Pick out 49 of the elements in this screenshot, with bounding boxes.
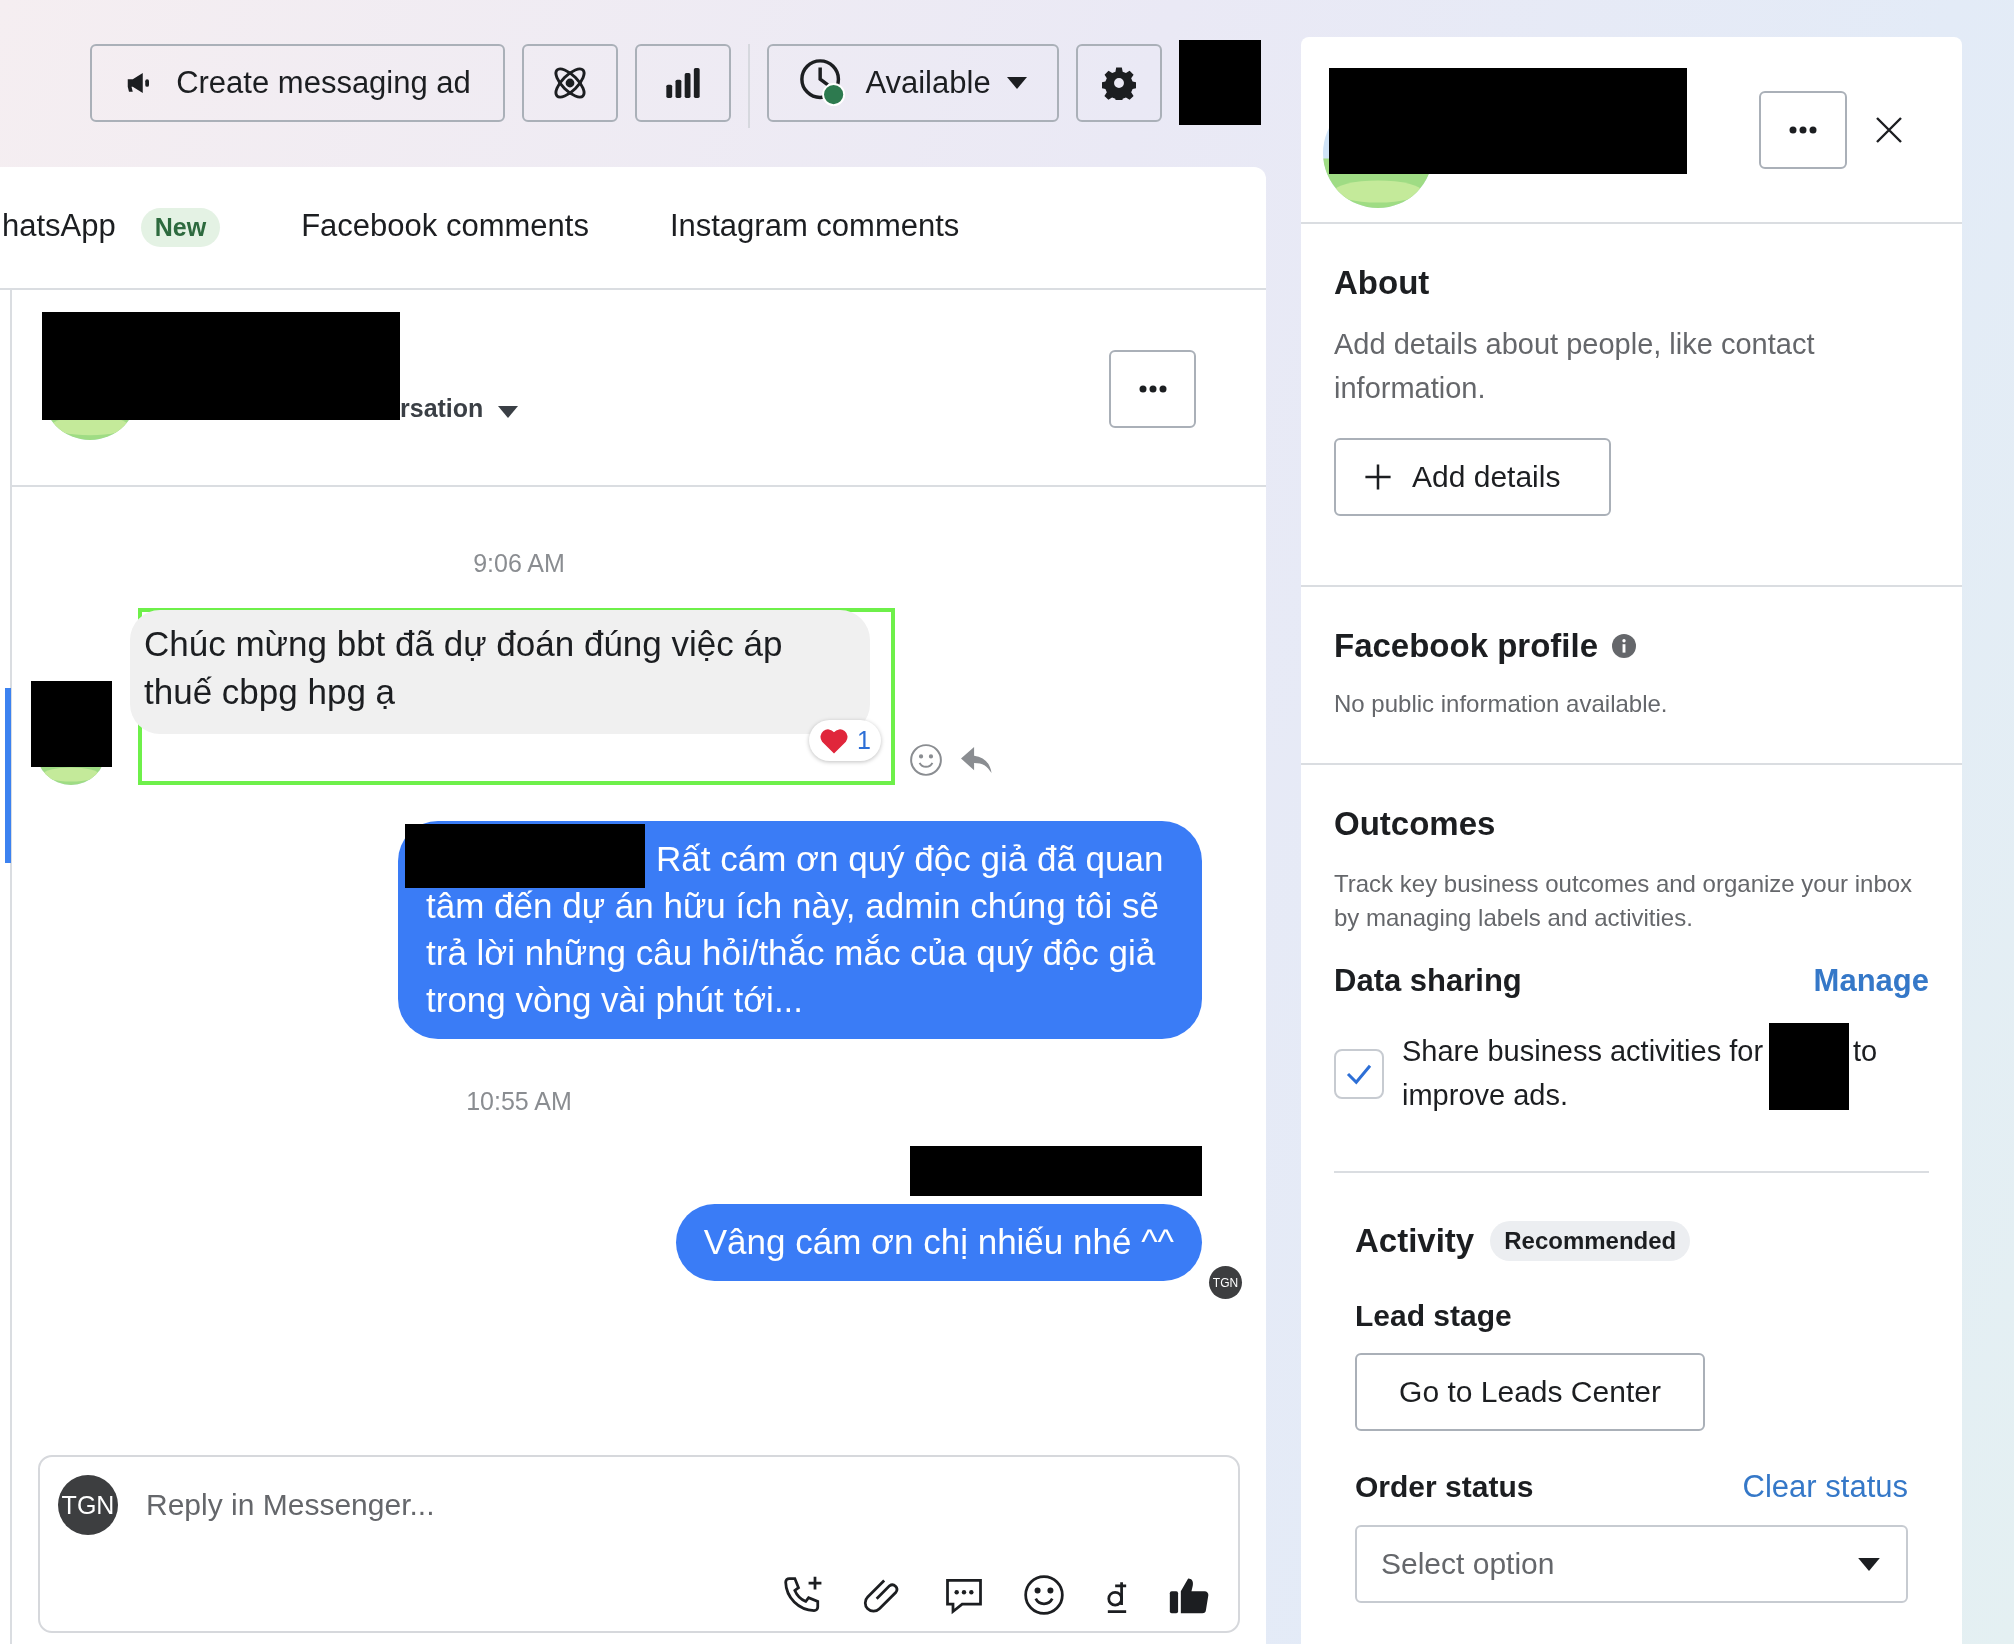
caret-icon <box>1006 77 1027 89</box>
smiley-icon[interactable] <box>1022 1573 1066 1617</box>
channel-tab[interactable]: Facebook comments <box>301 201 589 254</box>
caret-icon <box>1858 1557 1880 1571</box>
info-icon[interactable] <box>1612 634 1637 658</box>
plus-icon <box>1364 463 1392 491</box>
sender-avatar: TGN <box>58 1475 118 1535</box>
caret-icon <box>498 406 518 418</box>
channel-tab[interactable]: hatsApp <box>2 201 116 254</box>
outgoing-message: Rất cám ơn quý độc giả đã quan tâm đến dự án hữu ích này, admin chúng tôi sẽ trả lời những câu hỏi/thắc mắc của quý độc giả trong vòng vài phút tới... <box>398 821 1202 1039</box>
close-icon[interactable] <box>1874 115 1904 145</box>
section-title: About <box>1334 264 1431 302</box>
sender-avatar: TGN <box>1209 1266 1242 1299</box>
manage-link[interactable]: Manage <box>1813 963 1929 999</box>
data-sharing-title: Data sharing <box>1334 963 1522 999</box>
heart-icon <box>819 726 850 755</box>
section-title: Activity <box>1355 1222 1475 1260</box>
conversation-subtitle[interactable]: rsation <box>400 394 484 423</box>
order-status-dropdown[interactable]: Select option <box>1355 1525 1908 1603</box>
lead-stage-title: Lead stage <box>1355 1299 1513 1333</box>
add-details-button[interactable]: Add details <box>1334 438 1611 516</box>
more-icon <box>1789 126 1817 134</box>
channel-tab[interactable]: Instagram comments <box>669 201 960 254</box>
new-badge: New <box>140 208 221 247</box>
checkbox[interactable] <box>1334 1049 1384 1099</box>
insights-button[interactable] <box>635 44 731 122</box>
recommended-badge: Recommended <box>1490 1221 1691 1261</box>
section-description: Track key business outcomes and organize your inbox by managing labels and activities. <box>1334 869 1914 933</box>
reply-field[interactable]: Reply in Messenger... <box>144 1487 1048 1523</box>
message-timestamp: 9:06 AM <box>473 549 565 578</box>
checkbox-label: improve ads. <box>1402 1078 1568 1113</box>
clear-status-link[interactable]: Clear status <box>1742 1469 1908 1505</box>
leads-center-button[interactable]: Go to Leads Center <box>1355 1353 1705 1431</box>
outgoing-message: Vâng cám ơn chị nhiếu nhé ^^ <box>675 1204 1202 1281</box>
section-title: Facebook profile <box>1334 627 1599 665</box>
section-description: Add details about people, like contact information. <box>1334 327 1816 406</box>
checkbox-label: to <box>1853 1034 1878 1069</box>
create-ad-button[interactable]: Create messaging ad <box>90 44 505 122</box>
message-timestamp: 10:55 AM <box>466 1087 572 1116</box>
order-status-title: Order status <box>1355 1470 1534 1504</box>
section-title: Outcomes <box>1334 805 1497 843</box>
settings-button[interactable] <box>1076 44 1162 122</box>
availability-dropdown[interactable]: Available <box>767 44 1059 122</box>
settings-icon <box>1102 66 1136 100</box>
more-icon <box>1138 385 1167 393</box>
section-description: No public information available. <box>1334 689 1669 719</box>
check-icon <box>1345 1063 1373 1085</box>
atom-icon-button[interactable] <box>522 44 618 122</box>
checkbox-label: Share business activities for <box>1402 1034 1764 1069</box>
